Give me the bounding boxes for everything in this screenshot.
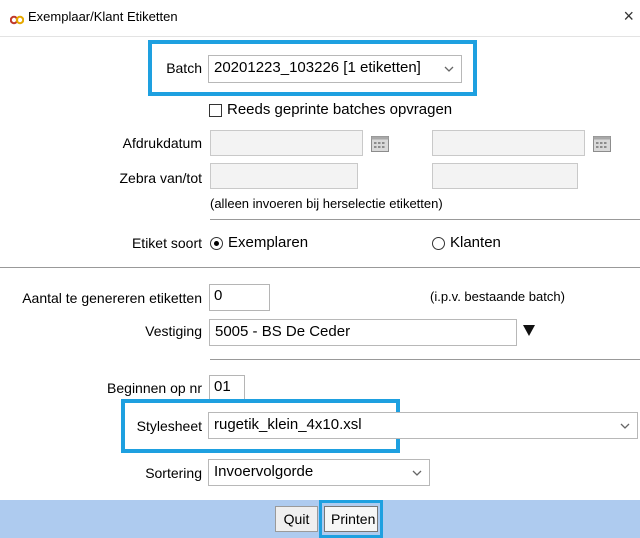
branch-dropdown-button[interactable] (520, 319, 538, 342)
count-input[interactable]: 0 (209, 284, 270, 311)
reprinted-checkbox[interactable] (209, 104, 222, 117)
label-type-label: Etiket soort (131, 235, 202, 251)
chevron-down-icon (411, 466, 423, 478)
reselect-hint: (alleen invoeren bij herselectie etikett… (210, 196, 443, 211)
count-label: Aantal te genereren etiketten (22, 290, 202, 306)
separator (210, 219, 640, 220)
zebra-label: Zebra van/tot (119, 170, 203, 186)
separator (0, 267, 640, 268)
separator (210, 359, 640, 360)
stylesheet-select-value: rugetik_klein_4x10.xsl (214, 416, 362, 433)
branch-select[interactable]: 5005 - BS De Ceder (209, 319, 517, 346)
calendar-icon[interactable] (370, 133, 390, 153)
radio-klanten-label: Klanten (450, 234, 501, 251)
print-button[interactable]: Printen (324, 506, 378, 532)
window-title: Exemplaar/Klant Etiketten (28, 9, 178, 24)
branch-select-value: 5005 - BS De Ceder (215, 323, 351, 340)
title-bar: Exemplaar/Klant Etiketten × (0, 0, 640, 37)
sorting-select-value: Invoervolgorde (214, 463, 314, 480)
calendar-icon[interactable] (592, 133, 612, 153)
batch-select[interactable]: 20201223_103226 [1 etiketten] (208, 55, 462, 83)
quit-button[interactable]: Quit (275, 506, 318, 532)
print-date-to-input[interactable] (432, 130, 585, 156)
chevron-down-icon (619, 419, 631, 431)
stylesheet-select[interactable]: rugetik_klein_4x10.xsl (208, 412, 638, 439)
count-note: (i.p.v. bestaande batch) (430, 289, 565, 304)
close-icon[interactable]: × (623, 6, 634, 26)
sorting-select[interactable]: Invoervolgorde (208, 459, 430, 486)
zebra-from-input[interactable] (210, 163, 358, 189)
triangle-down-icon (523, 325, 535, 336)
radio-exemplaren-label: Exemplaren (228, 234, 309, 251)
start-nr-label: Beginnen op nr (107, 380, 202, 396)
zebra-to-input[interactable] (432, 163, 578, 189)
reprinted-label: Reeds geprinte batches opvragen (227, 101, 453, 118)
branch-label: Vestiging (145, 323, 202, 339)
start-nr-input[interactable]: 01 (209, 375, 245, 402)
radio-klanten[interactable] (432, 237, 445, 250)
radio-exemplaren[interactable] (210, 237, 223, 250)
batch-label: Batch (166, 60, 202, 76)
count-input-value: 0 (214, 287, 223, 304)
print-date-from-input[interactable] (210, 130, 363, 156)
stylesheet-label: Stylesheet (136, 418, 202, 434)
print-date-label: Afdrukdatum (122, 135, 202, 151)
batch-select-value: 20201223_103226 [1 etiketten] (214, 59, 421, 76)
sorting-label: Sortering (145, 465, 202, 481)
chevron-down-icon (443, 62, 455, 74)
app-logo-icon (9, 12, 25, 25)
start-nr-value: 01 (214, 378, 231, 395)
